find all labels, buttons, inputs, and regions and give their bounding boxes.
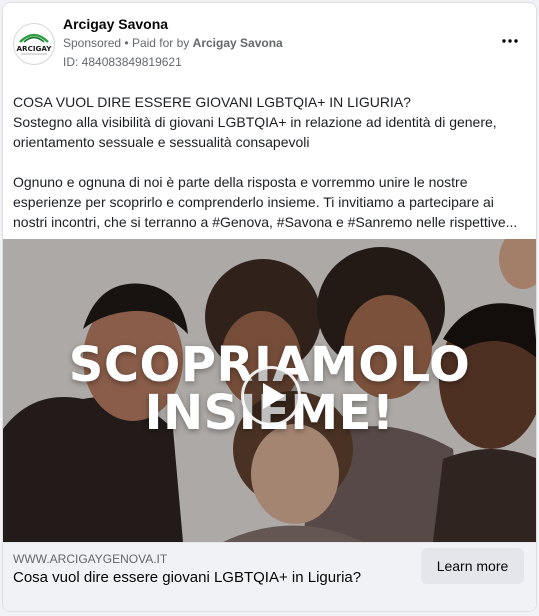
link-headline[interactable]: Cosa vuol dire essere giovani LGBTQIA+ i… [13, 569, 361, 586]
sponsored-meta: Sponsored • Paid for by Arcigay Savona [63, 36, 283, 50]
play-button[interactable] [241, 366, 301, 426]
sponsored-label: Sponsored [63, 36, 122, 50]
body-line-heading: COSA VUOL DIRE ESSERE GIOVANI LGBTQIA+ I… [13, 94, 411, 110]
ad-body-text: COSA VUOL DIRE ESSERE GIOVANI LGBTQIA+ I… [13, 92, 523, 232]
page-name[interactable]: Arcigay Savona [63, 16, 168, 32]
more-options-button[interactable] [498, 31, 522, 51]
avatar[interactable]: ARCIGAY [13, 23, 55, 65]
ad-video[interactable]: SCOPRIAMOLO INSIEME! [3, 239, 536, 542]
ad-card: ARCIGAY Arcigay Savona Sponsored • Paid … [2, 2, 537, 612]
arcigay-logo-icon: ARCIGAY [16, 33, 52, 55]
ad-header: ARCIGAY Arcigay Savona Sponsored • Paid … [3, 3, 536, 83]
ad-id: ID: 484083849819621 [63, 55, 182, 69]
ad-link-footer[interactable]: WWW.ARCIGAYGENOVA.IT Cosa vuol dire esse… [3, 542, 536, 611]
learn-more-button[interactable]: Learn more [421, 548, 524, 584]
play-icon [262, 383, 285, 409]
meta-separator: • [124, 36, 129, 50]
more-horizontal-icon [502, 39, 518, 43]
body-line-description: Ognuno e ognuna di noi è parte della ris… [13, 174, 518, 230]
paid-for-name: Arcigay Savona [192, 36, 283, 50]
body-line-subheading: Sostegno alla visibilità di giovani LGBT… [13, 114, 497, 150]
svg-text:ARCIGAY: ARCIGAY [16, 44, 52, 53]
link-domain: WWW.ARCIGAYGENOVA.IT [13, 552, 168, 566]
paid-for-prefix: Paid for by [131, 36, 190, 50]
